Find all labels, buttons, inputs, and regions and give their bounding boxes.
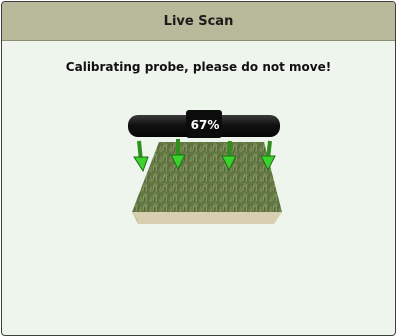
calibration-progress-label: 67% xyxy=(190,118,220,132)
live-scan-window: Live Scan Calibrating probe, please do n… xyxy=(1,1,396,336)
calibration-scene xyxy=(128,110,282,224)
grass-sample-icon xyxy=(132,142,282,224)
down-arrow-icon xyxy=(133,140,149,173)
